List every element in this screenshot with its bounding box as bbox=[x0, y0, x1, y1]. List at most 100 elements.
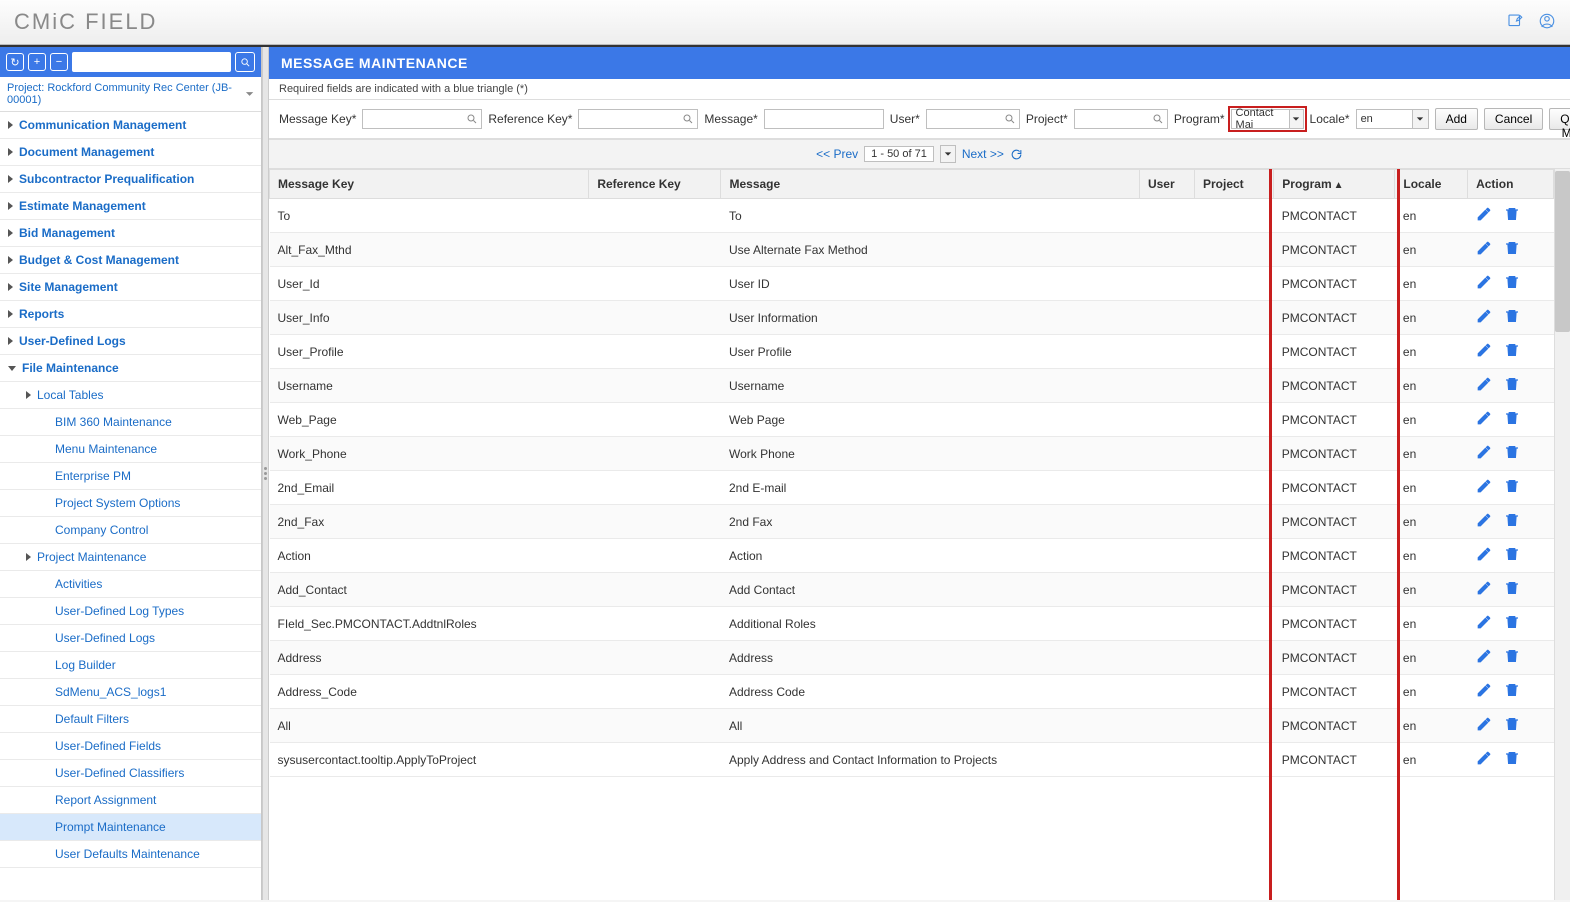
edit-icon[interactable] bbox=[1476, 410, 1492, 429]
edit-icon[interactable] bbox=[1476, 376, 1492, 395]
query-mode-button[interactable]: Query Mode bbox=[1549, 108, 1570, 130]
sidebar-item[interactable]: Company Control bbox=[0, 517, 261, 544]
delete-icon[interactable] bbox=[1504, 206, 1520, 225]
project-selector[interactable]: Project: Rockford Community Rec Center (… bbox=[0, 77, 261, 112]
delete-icon[interactable] bbox=[1504, 444, 1520, 463]
table-scrollbar[interactable] bbox=[1554, 169, 1570, 900]
sidebar-item[interactable]: User-Defined Classifiers bbox=[0, 760, 261, 787]
sidebar-item[interactable]: Report Assignment bbox=[0, 787, 261, 814]
delete-icon[interactable] bbox=[1504, 240, 1520, 259]
collapse-tree-button[interactable]: − bbox=[50, 53, 68, 71]
cell-proj bbox=[1194, 675, 1273, 709]
sidebar-item[interactable]: Subcontractor Prequalification bbox=[0, 166, 261, 193]
sidebar-item[interactable]: Reports bbox=[0, 301, 261, 328]
pager-dropdown[interactable] bbox=[940, 145, 956, 163]
add-button[interactable]: Add bbox=[1435, 108, 1478, 130]
delete-icon[interactable] bbox=[1504, 580, 1520, 599]
sidebar-item[interactable]: Activities bbox=[0, 571, 261, 598]
delete-icon[interactable] bbox=[1504, 274, 1520, 293]
delete-icon[interactable] bbox=[1504, 716, 1520, 735]
user-circle-icon[interactable] bbox=[1538, 12, 1556, 33]
delete-icon[interactable] bbox=[1504, 546, 1520, 565]
sidebar-item[interactable]: User-Defined Fields bbox=[0, 733, 261, 760]
sidebar-item[interactable]: Bid Management bbox=[0, 220, 261, 247]
edit-icon[interactable] bbox=[1476, 274, 1492, 293]
sidebar-item[interactable]: SdMenu_ACS_logs1 bbox=[0, 679, 261, 706]
delete-icon[interactable] bbox=[1504, 342, 1520, 361]
delete-icon[interactable] bbox=[1504, 410, 1520, 429]
sidebar-item[interactable]: Menu Maintenance bbox=[0, 436, 261, 463]
edit-icon[interactable] bbox=[1476, 444, 1492, 463]
dropdown-locale[interactable]: en bbox=[1356, 109, 1429, 129]
sidebar-item[interactable]: Project System Options bbox=[0, 490, 261, 517]
sidebar-item[interactable]: Log Builder bbox=[0, 652, 261, 679]
sidebar-item[interactable]: Prompt Maintenance bbox=[0, 814, 261, 841]
input-user[interactable] bbox=[926, 109, 1020, 129]
sidebar-item[interactable]: BIM 360 Maintenance bbox=[0, 409, 261, 436]
chevron-right-icon bbox=[8, 175, 13, 183]
refresh-icon[interactable] bbox=[1010, 148, 1023, 161]
splitter[interactable] bbox=[262, 47, 269, 900]
sidebar-item[interactable]: Estimate Management bbox=[0, 193, 261, 220]
sidebar-item[interactable]: User-Defined Log Types bbox=[0, 598, 261, 625]
sidebar-item[interactable]: Enterprise PM bbox=[0, 463, 261, 490]
input-msgkey[interactable] bbox=[362, 109, 482, 129]
refresh-tree-button[interactable]: ↻ bbox=[6, 53, 24, 71]
sidebar-item[interactable]: Document Management bbox=[0, 139, 261, 166]
edit-icon[interactable] bbox=[1476, 546, 1492, 565]
edit-icon[interactable] bbox=[1476, 342, 1492, 361]
edit-icon[interactable] bbox=[1476, 716, 1492, 735]
edit-icon[interactable] bbox=[1476, 750, 1492, 769]
sidebar-item[interactable]: Project Maintenance bbox=[0, 544, 261, 571]
col-prog[interactable]: Program▲ bbox=[1274, 170, 1395, 199]
sidebar-item[interactable]: Budget & Cost Management bbox=[0, 247, 261, 274]
edit-icon[interactable] bbox=[1476, 308, 1492, 327]
sidebar-item[interactable]: User-Defined Logs bbox=[0, 328, 261, 355]
expand-tree-button[interactable]: + bbox=[28, 53, 46, 71]
delete-icon[interactable] bbox=[1504, 308, 1520, 327]
col-refkey[interactable]: Reference Key bbox=[589, 170, 721, 199]
edit-icon[interactable] bbox=[1476, 240, 1492, 259]
delete-icon[interactable] bbox=[1504, 682, 1520, 701]
sidebar-item[interactable]: Site Management bbox=[0, 274, 261, 301]
col-act[interactable]: Action bbox=[1468, 170, 1554, 199]
edit-icon[interactable] bbox=[1476, 648, 1492, 667]
sidebar-item-label: Estimate Management bbox=[19, 199, 146, 213]
edit-icon[interactable] bbox=[1476, 206, 1492, 225]
sidebar-item[interactable]: User Defaults Maintenance bbox=[0, 841, 261, 868]
pager-next[interactable]: Next >> bbox=[962, 147, 1004, 161]
delete-icon[interactable] bbox=[1504, 478, 1520, 497]
sidebar-item[interactable]: File Maintenance bbox=[0, 355, 261, 382]
delete-icon[interactable] bbox=[1504, 750, 1520, 769]
edit-icon[interactable] bbox=[1476, 478, 1492, 497]
col-loc[interactable]: Locale bbox=[1395, 170, 1468, 199]
input-project[interactable] bbox=[1074, 109, 1168, 129]
delete-icon[interactable] bbox=[1504, 376, 1520, 395]
sidebar-search-input[interactable] bbox=[72, 52, 231, 72]
col-proj[interactable]: Project bbox=[1194, 170, 1273, 199]
edit-icon[interactable] bbox=[1476, 512, 1492, 531]
pager-prev[interactable]: << Prev bbox=[816, 147, 858, 161]
delete-icon[interactable] bbox=[1504, 648, 1520, 667]
sidebar-search-button[interactable] bbox=[235, 52, 255, 72]
edit-icon[interactable] bbox=[1476, 580, 1492, 599]
dropdown-program[interactable]: Contact Mai bbox=[1231, 109, 1304, 129]
col-msgkey[interactable]: Message Key bbox=[270, 170, 589, 199]
edit-icon[interactable] bbox=[1476, 682, 1492, 701]
col-msg[interactable]: Message bbox=[721, 170, 1139, 199]
input-message[interactable] bbox=[764, 109, 884, 129]
chevron-right-icon bbox=[8, 283, 13, 291]
delete-icon[interactable] bbox=[1504, 614, 1520, 633]
input-refkey[interactable] bbox=[578, 109, 698, 129]
sidebar-item[interactable]: Local Tables bbox=[0, 382, 261, 409]
table-wrap: Message Key Reference Key Message User P… bbox=[269, 169, 1554, 900]
sidebar-item[interactable]: User-Defined Logs bbox=[0, 625, 261, 652]
col-user[interactable]: User bbox=[1139, 170, 1194, 199]
sidebar-item[interactable]: Communication Management bbox=[0, 112, 261, 139]
delete-icon[interactable] bbox=[1504, 512, 1520, 531]
cancel-button[interactable]: Cancel bbox=[1484, 108, 1543, 130]
scrollbar-thumb[interactable] bbox=[1555, 171, 1570, 332]
edit-icon[interactable] bbox=[1476, 614, 1492, 633]
sidebar-item[interactable]: Default Filters bbox=[0, 706, 261, 733]
edit-note-icon[interactable] bbox=[1506, 12, 1524, 33]
